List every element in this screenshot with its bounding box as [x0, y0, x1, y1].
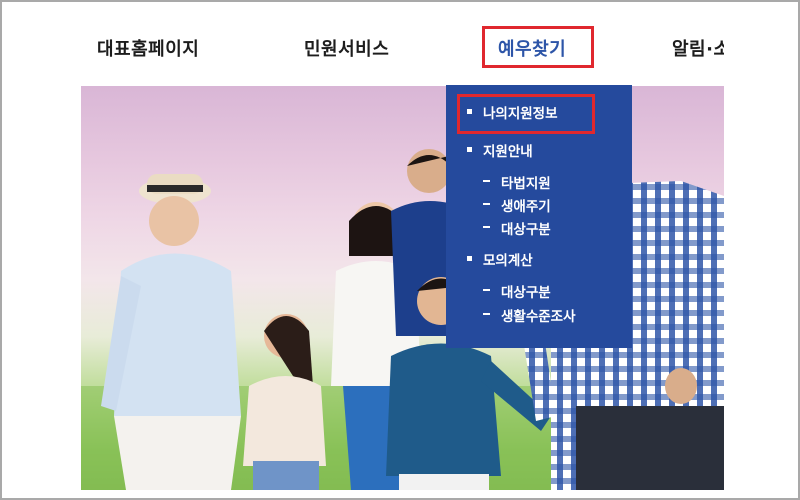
menu-item-living-standard-survey[interactable]: 생활수준조사 — [501, 305, 576, 325]
bullet-icon — [467, 256, 472, 261]
nav-item-main-homepage[interactable]: 대표홈페이지 — [97, 35, 199, 61]
bullet-icon — [467, 147, 472, 152]
grandmother-figure — [101, 174, 241, 490]
dash-icon — [483, 203, 490, 205]
nav-item-civil-service[interactable]: 민원서비스 — [304, 35, 389, 61]
dash-icon — [483, 180, 490, 182]
menu-item-target-category[interactable]: 대상구분 — [501, 218, 551, 238]
screenshot-frame: 대표홈페이지 민원서비스 예우찾기 알림·소 — [0, 0, 800, 500]
menu-item-life-cycle[interactable]: 생애주기 — [501, 195, 551, 215]
menu-item-other-law-support[interactable]: 타법지원 — [501, 172, 551, 192]
nav-item-notice[interactable]: 알림·소 — [672, 35, 724, 61]
dropdown-highlight-box — [457, 94, 595, 134]
girl-figure — [243, 314, 326, 490]
dash-icon — [483, 313, 490, 315]
top-navigation: 대표홈페이지 민원서비스 예우찾기 알림·소 — [2, 2, 724, 88]
menu-item-support-guide[interactable]: 지원안내 — [483, 140, 533, 160]
nav-highlight-box — [482, 26, 594, 68]
menu-item-mock-calculation[interactable]: 모의계산 — [483, 249, 533, 269]
menu-item-target-category-2[interactable]: 대상구분 — [501, 281, 551, 301]
dash-icon — [483, 289, 490, 291]
dash-icon — [483, 226, 490, 228]
